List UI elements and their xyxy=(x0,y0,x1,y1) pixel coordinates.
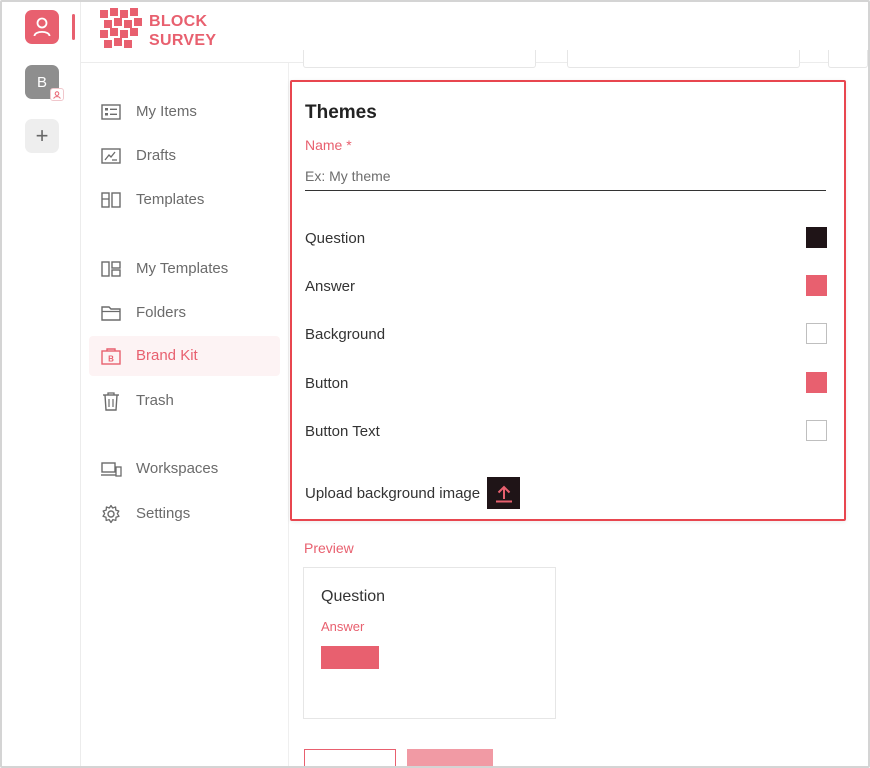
sidebar-item-label: My Templates xyxy=(136,260,229,277)
logo-line-2: SURVEY xyxy=(149,32,217,49)
sidebar-item-label: Trash xyxy=(136,392,174,409)
sidebar-item-label: My Items xyxy=(136,103,197,120)
logo-wordmark: BLOCK SURVEY xyxy=(149,12,216,50)
templates-icon xyxy=(101,192,121,208)
theme-name-label: Name * xyxy=(305,137,352,153)
sidebar-item-label: Drafts xyxy=(136,147,177,164)
workspace-rail: B + xyxy=(2,2,81,766)
sidebar-item-label: Workspaces xyxy=(136,460,219,477)
sidebar-item-label: Templates xyxy=(136,191,205,208)
folder-icon xyxy=(101,306,121,321)
block-survey-logo[interactable]: BLOCK SURVEY xyxy=(100,8,250,52)
question-color-swatch[interactable] xyxy=(806,227,827,248)
background-color-label: Background xyxy=(305,326,386,343)
clipped-card-left xyxy=(303,50,536,68)
answer-color-swatch[interactable] xyxy=(806,275,827,296)
question-color-row: Question xyxy=(305,227,827,251)
sidebar-item-my-items[interactable]: My Items xyxy=(89,92,280,132)
question-color-label: Question xyxy=(305,230,366,247)
button-text-color-row: Button Text xyxy=(305,420,827,444)
preview-button xyxy=(321,646,379,669)
sidebar-item-label: Brand Kit xyxy=(136,347,198,364)
upload-background-label: Upload background image xyxy=(305,485,481,502)
button-text-color-swatch[interactable] xyxy=(806,420,827,441)
user-icon xyxy=(33,17,51,37)
background-color-swatch[interactable] xyxy=(806,323,827,344)
clipped-card-middle xyxy=(567,50,800,68)
sidebar-item-drafts[interactable]: Drafts xyxy=(89,136,280,176)
sidebar-item-templates[interactable]: Templates xyxy=(89,180,280,220)
clear-button[interactable]: Cl xyxy=(304,749,396,766)
theme-preview: Question Answer xyxy=(303,567,556,719)
brand-kit-icon: B xyxy=(101,348,121,365)
workspaces-icon xyxy=(101,462,122,477)
theme-name-input[interactable] xyxy=(305,162,826,191)
trash-icon xyxy=(103,392,119,411)
sidebar-item-trash[interactable]: Trash xyxy=(89,381,280,421)
sidebar-item-my-templates[interactable]: My Templates xyxy=(89,249,280,289)
upload-background-button[interactable] xyxy=(487,477,520,509)
background-color-row: Background xyxy=(305,323,827,347)
svg-text:B: B xyxy=(108,355,114,364)
add-workspace-button[interactable]: + xyxy=(25,119,59,153)
themes-editor-card: Themes Name * Question Answer Background… xyxy=(290,80,846,521)
preview-question-text: Question xyxy=(321,588,386,605)
logo-line-1: BLOCK xyxy=(149,13,208,30)
sidebar-item-brand-kit[interactable]: B Brand Kit xyxy=(89,336,280,376)
button-color-label: Button xyxy=(305,375,349,392)
drafts-icon xyxy=(101,148,121,164)
sidebar-item-workspaces[interactable]: Workspaces xyxy=(89,449,280,489)
list-icon xyxy=(101,104,121,120)
app-window: B + BLOCK SURVEY My Items Drafts Templat… xyxy=(0,0,870,768)
sidebar-item-folders[interactable]: Folders xyxy=(89,293,280,333)
sidebar-item-label: Settings xyxy=(136,505,191,522)
active-workspace-indicator xyxy=(72,14,75,40)
sidebar-item-settings[interactable]: Settings xyxy=(89,494,280,534)
answer-color-label: Answer xyxy=(305,278,356,295)
clipped-card-right xyxy=(828,50,868,68)
logo-mark-icon xyxy=(100,8,142,48)
preview-answer-text: Answer xyxy=(321,619,365,634)
answer-color-row: Answer xyxy=(305,275,827,299)
save-button[interactable]: Sa xyxy=(407,749,493,766)
sidebar-item-label: Folders xyxy=(136,304,187,321)
themes-title: Themes xyxy=(305,102,377,123)
button-color-swatch[interactable] xyxy=(806,372,827,393)
button-text-color-label: Button Text xyxy=(305,423,380,440)
my-templates-icon xyxy=(101,261,121,277)
gear-icon xyxy=(102,504,120,524)
shared-user-badge-icon xyxy=(50,88,64,101)
upload-icon xyxy=(495,485,512,502)
personal-workspace-button[interactable] xyxy=(25,10,59,44)
sidebar-nav: My Items Drafts Templates My Templates F… xyxy=(81,63,289,766)
button-color-row: Button xyxy=(305,372,827,396)
preview-label: Preview xyxy=(304,540,354,556)
